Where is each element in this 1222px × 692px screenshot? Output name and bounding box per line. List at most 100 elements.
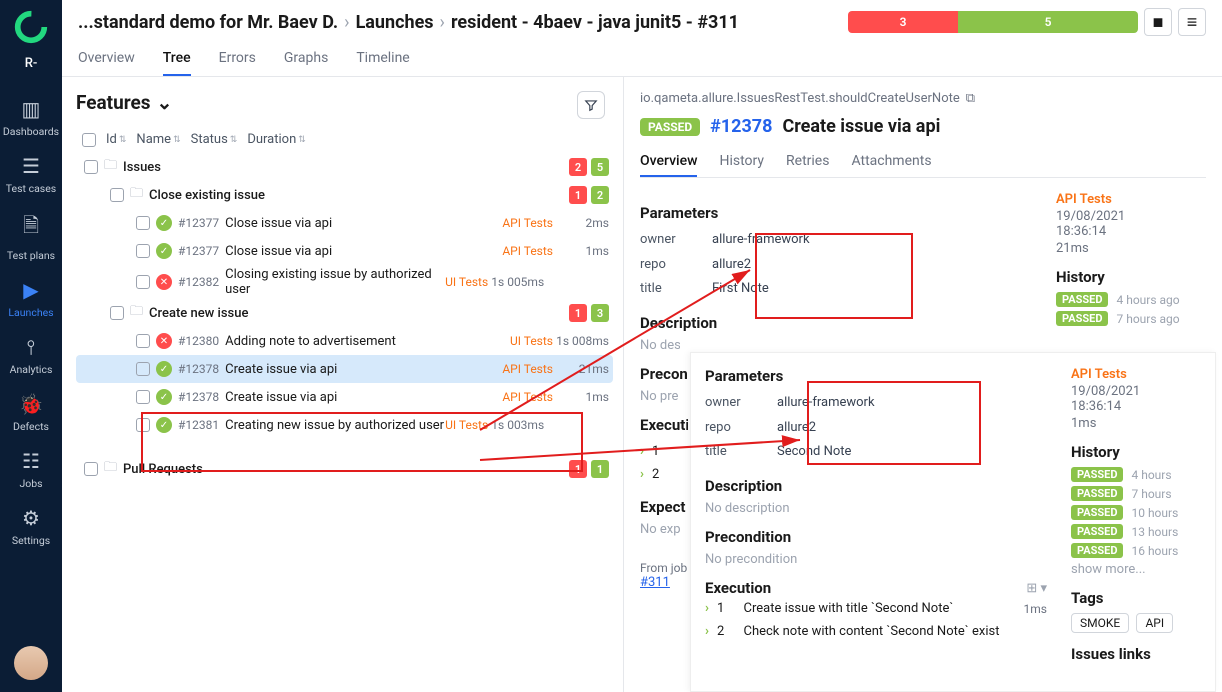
tag-chip[interactable]: API [1136,613,1173,633]
issues-links-heading: Issues links [1071,645,1201,663]
org-tag[interactable]: R- [25,56,38,71]
from-job-link[interactable]: #311 [640,575,670,590]
stop-button[interactable]: ■ [1144,8,1172,36]
folder-icon: 🗀 [130,302,143,324]
test-row[interactable]: ✕#12382Closing existing issue by authori… [76,265,613,299]
status-pass-icon: ✓ [156,361,172,377]
analytics-icon: ⫯ [27,335,36,359]
dtab-retries[interactable]: Retries [786,147,829,177]
group-create[interactable]: 🗀 Create new issue 13 [76,299,613,327]
checkbox[interactable] [136,418,150,432]
sidebar-item-testcases[interactable]: ☰Test cases [0,146,62,203]
sidebar-item-settings[interactable]: ⚙Settings [0,498,62,555]
settings-icon: ⚙ [22,506,40,530]
tags-heading: Tags [1071,589,1201,607]
tree-panel: Features ⌄ Id⇅ Name⇅ Status⇅ Duration⇅ 🗀… [62,77,624,692]
group-issues[interactable]: 🗀 Issues 25 [76,153,613,181]
col-name[interactable]: Name⇅ [136,132,180,147]
test-row[interactable]: ✕#12380Adding note to advertisementUI Te… [76,327,613,355]
breadcrumb-sep: › [344,12,349,33]
dtab-overview[interactable]: Overview [640,147,697,177]
tab-tree[interactable]: Tree [163,42,191,76]
breadcrumb: ...standard demo for Mr. Baev D. › Launc… [78,8,1206,36]
tab-overview[interactable]: Overview [78,42,135,76]
folder-icon: 🗀 [104,156,117,178]
show-more-link[interactable]: show more... [1071,562,1201,577]
checkbox[interactable] [110,188,124,202]
dashboards-icon: ▥ [22,97,41,121]
main-tabs: Overview Tree Errors Graphs Timeline [78,42,1206,76]
launches-icon: ▶ [23,278,38,302]
detail-tabs: Overview History Retries Attachments [640,147,1206,178]
checkbox[interactable] [84,462,98,476]
sidebar-item-analytics[interactable]: ⫯Analytics [0,327,62,384]
checkbox[interactable] [136,362,150,376]
desc-heading: Description [640,314,1032,332]
test-fqn: io.qameta.allure.IssuesRestTest.shouldCr… [640,91,1206,106]
progress-pass: 5 [958,11,1138,33]
panel-title[interactable]: Features ⌄ [76,91,613,114]
dtab-attachments[interactable]: Attachments [851,147,931,177]
precond-heading: Precondition [640,365,688,383]
tab-timeline[interactable]: Timeline [356,42,409,76]
status-pass-icon: ✓ [156,389,172,405]
checkbox[interactable] [110,306,124,320]
sidebar-item-dashboards[interactable]: ▥Dashboards [0,89,62,146]
tag-chip[interactable]: SMOKE [1071,613,1129,633]
group-pull[interactable]: 🗀 Pull Requests 11 [76,455,613,483]
status-fail-icon: ✕ [156,274,172,290]
jobs-icon: ☷ [22,449,40,473]
sidebar-item-jobs[interactable]: ☷Jobs [0,441,62,498]
header: ...standard demo for Mr. Baev D. › Launc… [62,0,1222,77]
breadcrumb-launches[interactable]: Launches [356,12,434,33]
select-all-checkbox[interactable] [82,133,96,147]
status-pass-icon: ✓ [156,417,172,433]
test-row[interactable]: ✓#12381Creating new issue by authorized … [76,411,613,439]
test-title: Create issue via api [782,116,940,137]
test-row[interactable]: ✓#12377Close issue via apiAPI Tests2ms [76,209,613,237]
desc-heading: Description [705,477,1047,495]
breadcrumb-project[interactable]: ...standard demo for Mr. Baev D. [78,12,338,33]
params-heading: Parameters [705,367,1047,385]
status-fail-icon: ✕ [156,333,172,349]
testcases-icon: ☰ [22,154,40,178]
tab-graphs[interactable]: Graphs [284,42,328,76]
checkbox[interactable] [136,216,150,230]
copy-icon[interactable]: ⧉ [966,91,975,106]
menu-button[interactable]: ≡ [1178,8,1206,36]
history-heading: History [1056,268,1206,286]
checkbox[interactable] [136,390,150,404]
checkbox[interactable] [84,160,98,174]
dtab-history[interactable]: History [719,147,764,177]
checkbox[interactable] [136,244,150,258]
layout-icon[interactable]: ⊞ ▾ [1026,581,1047,596]
group-close[interactable]: 🗀 Close existing issue 12 [76,181,613,209]
progress-fail: 3 [848,11,958,33]
checkbox[interactable] [136,275,150,289]
col-duration[interactable]: Duration⇅ [247,132,305,147]
exec-heading: Execution [705,579,771,597]
test-row[interactable]: ✓#12377Close issue via apiAPI Tests1ms [76,237,613,265]
sidebar-item-launches[interactable]: ▶Launches [0,270,62,327]
chevron-right-icon[interactable]: › [705,601,709,616]
chevron-right-icon[interactable]: › [640,444,644,459]
test-row[interactable]: ✓#12378Create issue via apiAPI Tests1ms [76,383,613,411]
avatar[interactable] [14,646,48,680]
checkbox[interactable] [136,334,150,348]
col-id[interactable]: Id⇅ [106,132,126,147]
chevron-down-icon: ⌄ [157,91,173,114]
test-row-selected[interactable]: ✓#12378Create issue via apiAPI Tests21ms [76,355,613,383]
folder-icon: 🗀 [104,458,117,480]
test-id-link[interactable]: #12378 [710,116,772,137]
exec-heading: Execution [640,416,688,434]
progress-bar: 3 5 [848,11,1138,33]
tab-errors[interactable]: Errors [219,42,256,76]
history-heading: History [1071,443,1201,461]
testplans-icon: 🗎 [23,211,39,245]
sidebar-item-testplans[interactable]: 🗎Test plans [0,203,62,270]
filter-button[interactable] [577,91,605,119]
sidebar-item-defects[interactable]: 🐞Defects [0,384,62,441]
col-status[interactable]: Status⇅ [191,132,238,147]
chevron-right-icon[interactable]: › [640,467,644,482]
chevron-right-icon[interactable]: › [705,624,709,639]
